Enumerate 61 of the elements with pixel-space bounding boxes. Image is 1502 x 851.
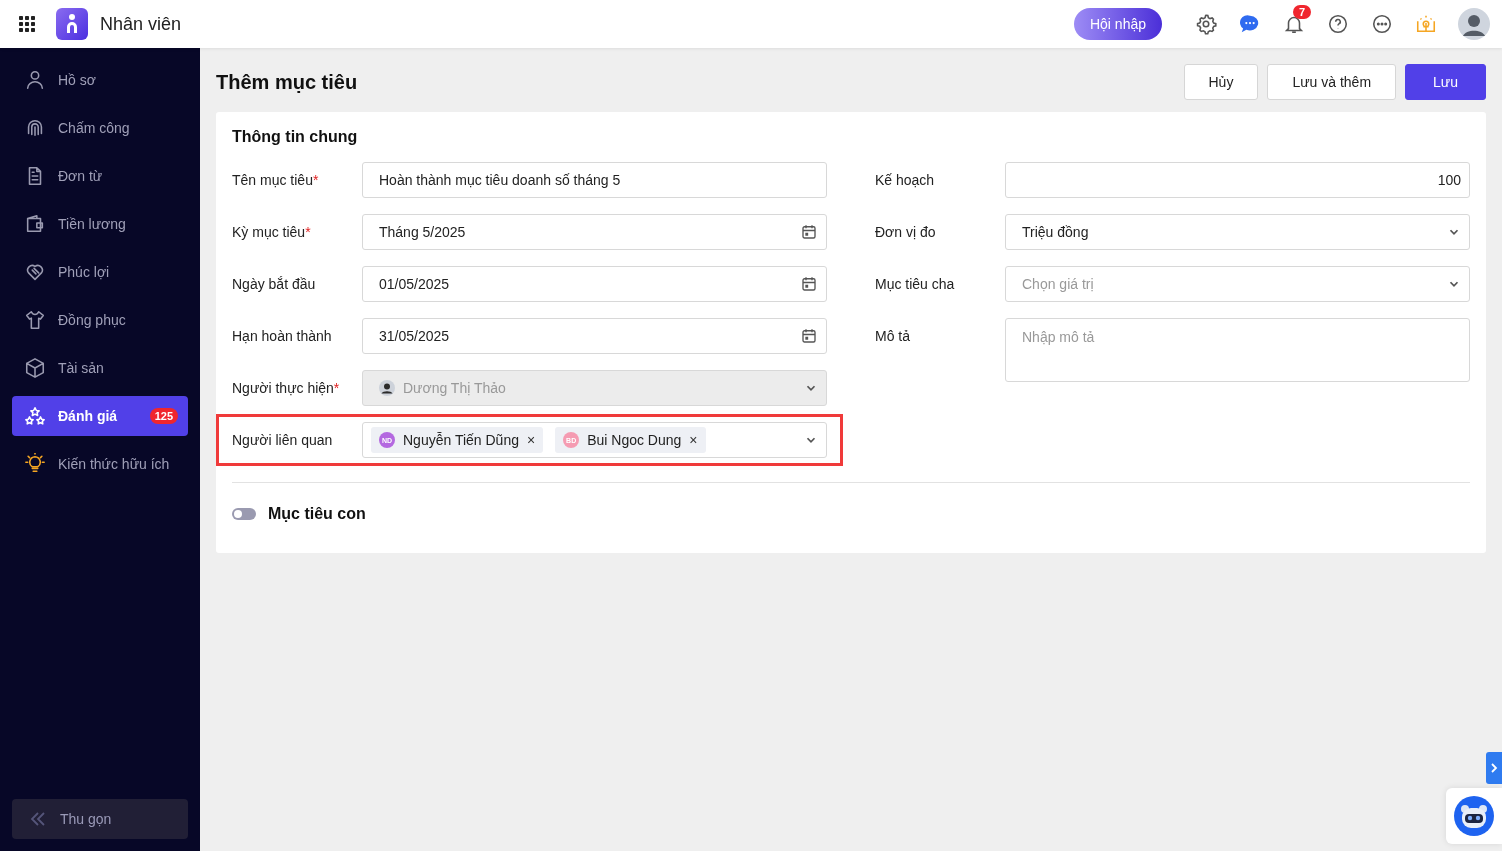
sidebar-item[interactable]: Tài sản bbox=[12, 348, 188, 388]
text-field[interactable]: 100 bbox=[1005, 162, 1470, 198]
calendar-icon[interactable] bbox=[800, 327, 818, 345]
app-logo-icon bbox=[56, 8, 88, 40]
date-field[interactable]: Tháng 5/2025 bbox=[362, 214, 827, 250]
shirt-icon bbox=[24, 309, 46, 331]
sidebar-item[interactable]: Đồng phục bbox=[12, 300, 188, 340]
field-label: Tên mục tiêu* bbox=[232, 171, 320, 190]
field-label: Ngày bắt đầu bbox=[232, 275, 317, 294]
sidebar-item[interactable]: Hồ sơ bbox=[12, 60, 188, 100]
field-label: Người liên quan bbox=[232, 431, 334, 450]
field-label: Người thực hiện* bbox=[232, 379, 341, 398]
person-name: Nguyễn Tiến Dũng bbox=[403, 432, 519, 448]
apps-grid-icon[interactable] bbox=[18, 15, 36, 33]
select-field[interactable]: Triệu đồng bbox=[1005, 214, 1470, 250]
settings-icon[interactable] bbox=[1195, 13, 1217, 35]
help-icon[interactable] bbox=[1327, 13, 1349, 35]
user-avatar[interactable] bbox=[1458, 8, 1490, 40]
sidebar-item[interactable]: Phúc lợi bbox=[12, 252, 188, 292]
stars-icon bbox=[24, 405, 46, 427]
field-label: Mô tả bbox=[875, 327, 911, 346]
count-badge: 125 bbox=[149, 408, 178, 424]
more-icon[interactable] bbox=[1371, 13, 1393, 35]
text-field[interactable]: Hoàn thành mục tiêu doanh số tháng 5 bbox=[362, 162, 827, 198]
sidebar-item[interactable]: Kiến thức hữu ích bbox=[12, 444, 188, 484]
toggle-switch[interactable] bbox=[232, 508, 256, 520]
save-button[interactable]: Lưu bbox=[1405, 64, 1486, 100]
action-button[interactable]: Hủy bbox=[1183, 64, 1259, 100]
sidebar-item[interactable]: Đánh giá 125 bbox=[12, 396, 188, 436]
section-title: Thông tin chung bbox=[232, 128, 359, 146]
remove-button[interactable]: × bbox=[689, 432, 698, 448]
app-title: Nhân viên bbox=[100, 13, 182, 35]
calendar-icon[interactable] bbox=[800, 275, 818, 293]
collapse-button[interactable]: Thu gọn bbox=[12, 799, 188, 839]
toggle-label: Mục tiêu con bbox=[268, 505, 366, 523]
remove-button[interactable]: × bbox=[526, 432, 536, 448]
wallet-icon bbox=[24, 213, 46, 235]
calendar-icon[interactable] bbox=[800, 223, 818, 241]
field-label: Mục tiêu cha bbox=[875, 275, 956, 294]
field-label: Kỳ mục tiêu* bbox=[232, 223, 312, 242]
person-icon bbox=[24, 69, 46, 91]
action-button[interactable]: Lưu và thêm bbox=[1267, 64, 1397, 100]
date-field[interactable]: 01/05/2025 bbox=[362, 266, 827, 302]
sidebar-item[interactable]: Tiền lương bbox=[12, 204, 188, 244]
field-label: Đơn vị đo bbox=[875, 223, 937, 242]
box-icon bbox=[24, 357, 46, 379]
avatar-icon bbox=[379, 380, 395, 396]
field-label: Hạn hoàn thành bbox=[232, 327, 333, 346]
robot-assistant-icon[interactable] bbox=[1454, 796, 1494, 836]
person-name: Bui Ngoc Dung bbox=[587, 432, 682, 448]
date-field[interactable]: 31/05/2025 bbox=[362, 318, 827, 354]
field-label: Kế hoạch bbox=[875, 171, 936, 190]
page-title: Thêm mục tiêu bbox=[216, 70, 358, 94]
lightbulb-icon bbox=[24, 453, 46, 475]
join-button[interactable]: Hội nhập bbox=[1073, 8, 1162, 40]
expand-tab[interactable] bbox=[1486, 752, 1502, 784]
sidebar-item[interactable]: Chấm công bbox=[12, 108, 188, 148]
sidebar-item[interactable]: Đơn từ bbox=[12, 156, 188, 196]
chat-icon[interactable] bbox=[1239, 13, 1261, 35]
chevron-right-icon bbox=[1489, 761, 1499, 775]
notification-badge: 7 bbox=[1293, 5, 1312, 19]
